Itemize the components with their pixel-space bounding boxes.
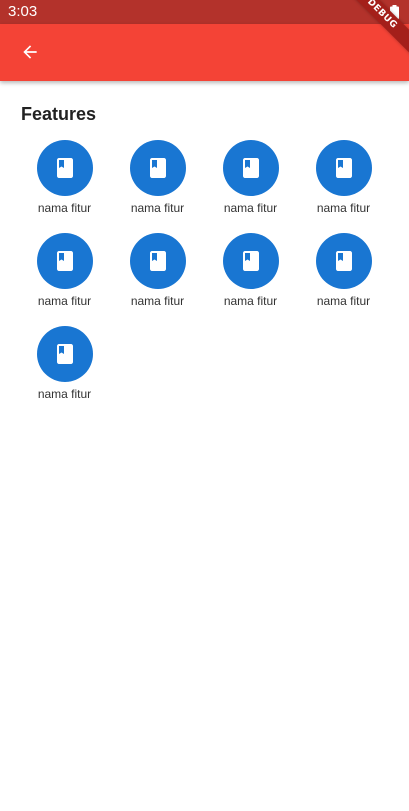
feature-icon-circle bbox=[222, 140, 279, 196]
feature-item[interactable]: nama fitur bbox=[297, 140, 390, 233]
feature-icon-circle bbox=[36, 233, 93, 289]
feature-icon-circle bbox=[315, 140, 372, 196]
feature-item[interactable]: nama fitur bbox=[297, 233, 390, 326]
feature-label: nama fitur bbox=[223, 294, 278, 308]
feature-label: nama fitur bbox=[37, 294, 92, 308]
feature-icon-circle bbox=[36, 326, 93, 382]
feature-item[interactable]: nama fitur bbox=[18, 140, 111, 233]
book-icon bbox=[242, 158, 259, 178]
book-icon bbox=[335, 158, 352, 178]
book-icon bbox=[56, 251, 73, 271]
feature-item[interactable]: nama fitur bbox=[204, 233, 297, 326]
feature-icon-circle bbox=[222, 233, 279, 289]
status-time: 3:03 bbox=[8, 3, 38, 20]
feature-icon-circle bbox=[36, 140, 93, 196]
feature-icon-circle bbox=[129, 140, 186, 196]
arrow-back-icon bbox=[23, 45, 37, 59]
feature-item[interactable]: nama fitur bbox=[18, 233, 111, 326]
feature-icon-circle bbox=[315, 233, 372, 289]
feature-item[interactable]: nama fitur bbox=[111, 140, 204, 233]
feature-label: nama fitur bbox=[37, 201, 92, 215]
book-icon bbox=[56, 344, 73, 364]
status-bar: 3:03 bbox=[0, 0, 409, 24]
feature-label: nama fitur bbox=[316, 201, 371, 215]
back-button[interactable] bbox=[8, 30, 52, 74]
feature-item[interactable]: nama fitur bbox=[204, 140, 297, 233]
feature-label: nama fitur bbox=[130, 201, 185, 215]
feature-item[interactable]: nama fitur bbox=[111, 233, 204, 326]
book-icon bbox=[149, 158, 166, 178]
book-icon bbox=[56, 158, 73, 178]
feature-item[interactable]: nama fitur bbox=[18, 326, 111, 419]
section-title: Features bbox=[21, 104, 97, 124]
book-icon bbox=[335, 251, 352, 271]
feature-label: nama fitur bbox=[223, 201, 278, 215]
feature-icon-circle bbox=[129, 233, 186, 289]
book-icon bbox=[149, 251, 166, 271]
features-grid: nama fitur nama fitur nama fitur nama fi… bbox=[18, 140, 391, 419]
feature-label: nama fitur bbox=[316, 294, 371, 308]
app-bar bbox=[0, 24, 409, 81]
feature-label: nama fitur bbox=[130, 294, 185, 308]
book-icon bbox=[242, 251, 259, 271]
feature-label: nama fitur bbox=[37, 387, 92, 401]
